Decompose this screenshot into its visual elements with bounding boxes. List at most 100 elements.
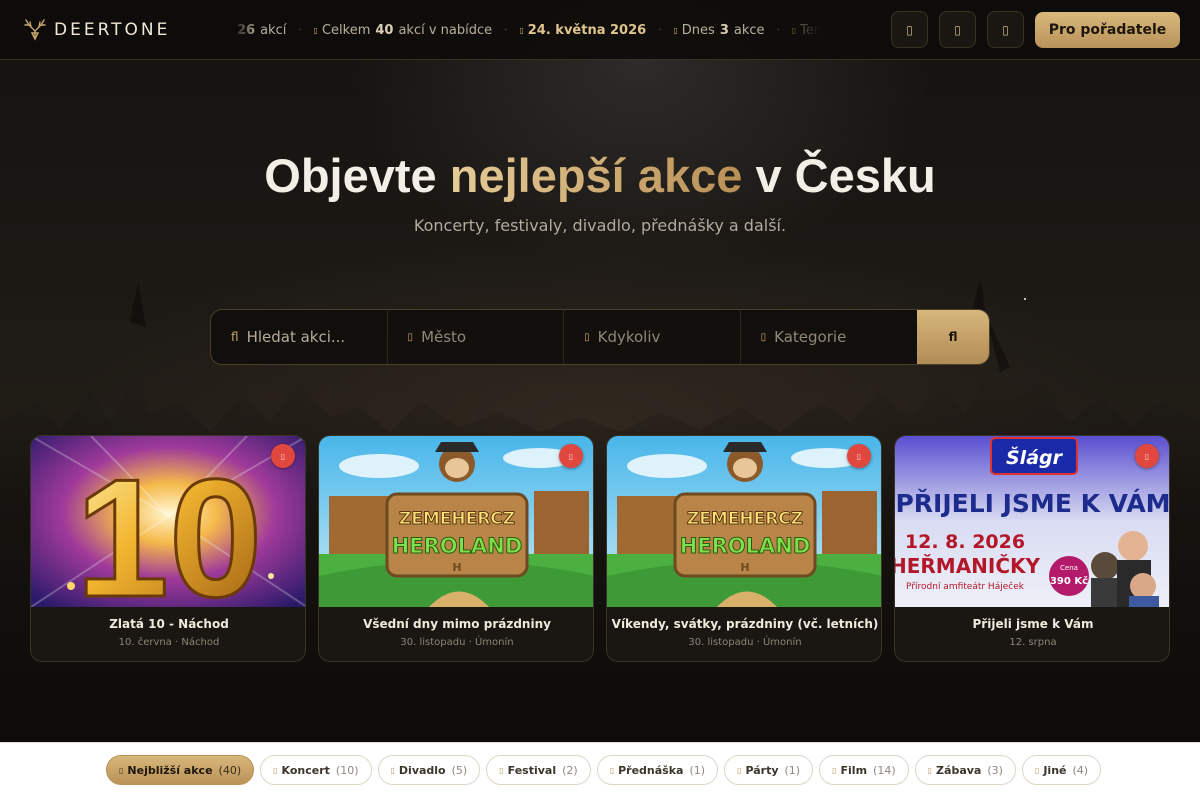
ticker-total-prefix: Celkem bbox=[321, 22, 371, 38]
sign-mark-text: H bbox=[452, 561, 461, 574]
date-placeholder: Kdykoliv bbox=[597, 328, 661, 346]
tag-icon: ▯ bbox=[760, 331, 767, 343]
event-search-form: fl Hledat akci... ▯ Město ▯ Kdykoliv ▯ K… bbox=[210, 309, 990, 365]
ticker-dot-icon: ▯ bbox=[313, 25, 318, 35]
ticker-dot-icon: ▯ bbox=[673, 25, 678, 35]
event-image-heroland: ZEMEHERCZ HEROLAND H bbox=[319, 436, 593, 607]
hero-title-accent: nejlepší akce bbox=[449, 149, 743, 202]
poster-price-label: Cena bbox=[1060, 564, 1078, 572]
poster-place: HEŘMANIČKY bbox=[895, 554, 1041, 578]
poster-venue: Přírodní amfiteátr Háječek bbox=[906, 581, 1025, 592]
chip-label: Přednáška bbox=[618, 763, 684, 777]
event-title: Všední dny mimo prázdniny bbox=[363, 617, 551, 631]
poster-price: 390 Kč bbox=[1050, 575, 1088, 587]
sign-top-text: ZEMEHERCZ bbox=[399, 509, 515, 529]
category-chip-party[interactable]: ▯ Párty (1) bbox=[724, 755, 814, 785]
chip-count: (40) bbox=[218, 763, 242, 777]
music-icon: ▯ bbox=[273, 765, 278, 775]
chip-count: (10) bbox=[335, 763, 359, 777]
sign-mark-text: H bbox=[740, 561, 749, 574]
ticker-separator: · bbox=[658, 24, 662, 36]
ticker-dot-icon: ▯ bbox=[791, 25, 797, 35]
ticker-events-label: akcí bbox=[260, 22, 287, 38]
category-select[interactable]: ▯ Kategorie bbox=[741, 310, 918, 364]
event-title: Víkendy, svátky, prázdniny (vč. letních) bbox=[611, 617, 879, 631]
category-chip-theatre[interactable]: ▯ Divadlo (5) bbox=[377, 755, 481, 785]
category-chip-film[interactable]: ▯ Film (14) bbox=[819, 755, 909, 785]
ticker-date-text: 24. května 2026 bbox=[527, 22, 647, 38]
favorite-button[interactable]: ▯ bbox=[271, 444, 295, 468]
chip-label: Festival bbox=[507, 763, 557, 777]
search-query-placeholder: Hledat akci... bbox=[246, 328, 346, 346]
header-account-button[interactable]: ▯ bbox=[939, 11, 976, 48]
tent-icon: ▯ bbox=[499, 765, 504, 775]
microphone-icon: ▯ bbox=[609, 765, 615, 775]
category-chip-entertainment[interactable]: ▯ Zábava (3) bbox=[914, 755, 1016, 785]
event-card[interactable]: ZEMEHERCZ HEROLAND H ▯ Víkendy, svátky, … bbox=[606, 435, 882, 662]
event-meta: 12. srpna bbox=[1009, 637, 1057, 648]
sign-bottom-text: HEROLAND bbox=[392, 534, 523, 558]
search-icon: ▯ bbox=[906, 22, 913, 37]
favorite-button[interactable]: ▯ bbox=[847, 444, 871, 468]
heart-icon: ▯ bbox=[568, 451, 574, 461]
search-icon: fl bbox=[231, 330, 239, 344]
clock-icon: ▯ bbox=[119, 765, 124, 775]
poster-date: 12. 8. 2026 bbox=[905, 531, 1025, 553]
top-navigation-bar: DEERTONE 26 akcí · ▯ Celkem 40 akcí v na… bbox=[0, 0, 1200, 60]
chip-count: (14) bbox=[873, 763, 896, 777]
chip-count: (5) bbox=[451, 763, 468, 777]
event-meta: 30. listopadu · Úmonín bbox=[688, 637, 802, 648]
search-query-input[interactable]: fl Hledat akci... bbox=[211, 310, 388, 364]
category-placeholder: Kategorie bbox=[774, 328, 847, 346]
ticker-today-suffix: akce bbox=[733, 22, 765, 38]
city-select[interactable]: ▯ Město bbox=[388, 310, 565, 364]
event-card[interactable]: 10 ▯ Zlatá 10 - Náchod 10. června · Nách… bbox=[30, 435, 306, 662]
event-card[interactable]: ZEMEHERCZ HEROLAND H ▯ Všední dny mimo p… bbox=[318, 435, 594, 662]
chip-label: Film bbox=[840, 763, 868, 777]
search-submit-button[interactable]: fl bbox=[917, 310, 989, 364]
location-pin-icon: ▯ bbox=[407, 331, 414, 343]
category-chip-nearest[interactable]: ▯ Nejbližší akce (40) bbox=[106, 755, 255, 785]
event-title: Přijeli jsme k Vám bbox=[972, 617, 1094, 631]
date-select[interactable]: ▯ Kdykoliv bbox=[564, 310, 741, 364]
chip-count: (1) bbox=[689, 763, 706, 777]
brand-name: DEERTONE bbox=[54, 20, 171, 40]
event-image-heroland: ZEMEHERCZ HEROLAND H bbox=[607, 436, 881, 607]
ticker-date: ▯ 24. května 2026 bbox=[519, 23, 646, 38]
hero-title-start: Objevte bbox=[264, 149, 437, 202]
category-chip-festival[interactable]: ▯ Festival (2) bbox=[486, 755, 591, 785]
event-image-slagr-poster: Šlágr PŘIJELI JSME K VÁM 12. 8. 2026 HEŘ… bbox=[895, 436, 1169, 607]
deer-antlers-icon bbox=[24, 19, 46, 41]
favorite-button[interactable]: ▯ bbox=[1135, 444, 1159, 468]
party-icon: ▯ bbox=[737, 765, 742, 775]
ticker-week-text: Tento týden bbox=[800, 22, 822, 38]
ticker-week: ▯ Tento týden bbox=[792, 23, 822, 38]
category-chip-other[interactable]: ▯ Jiné (4) bbox=[1021, 755, 1102, 785]
favorite-button[interactable]: ▯ bbox=[559, 444, 583, 468]
header-search-button[interactable]: ▯ bbox=[891, 11, 928, 48]
search-icon: fl bbox=[948, 330, 958, 344]
chip-label: Nejbližší akce bbox=[127, 763, 213, 777]
event-meta: 10. června · Náchod bbox=[118, 637, 220, 648]
category-chip-concert[interactable]: ▯ Koncert (10) bbox=[260, 755, 372, 785]
star-icon: ▯ bbox=[927, 765, 933, 775]
poster-brand: Šlágr bbox=[1006, 445, 1064, 469]
ticker-total-suffix: akcí v nabídce bbox=[398, 22, 493, 38]
hero-title: Objevte nejlepší akce v Česku bbox=[0, 148, 1200, 203]
category-chip-lecture[interactable]: ▯ Přednáška (1) bbox=[596, 755, 719, 785]
event-meta: 30. listopadu · Úmonín bbox=[400, 637, 514, 648]
chip-count: (2) bbox=[562, 763, 578, 777]
heart-icon: ▯ bbox=[856, 451, 862, 461]
header-menu-button[interactable]: ▯ bbox=[987, 11, 1024, 48]
city-placeholder: Město bbox=[421, 328, 467, 346]
heart-icon: ▯ bbox=[280, 451, 286, 461]
ticker-separator: · bbox=[298, 24, 302, 36]
ticker-events: 26 akcí bbox=[232, 23, 286, 38]
category-filter-bar: ▯ Nejbližší akce (40) ▯ Koncert (10) ▯ D… bbox=[0, 742, 1200, 800]
event-card[interactable]: Šlágr PŘIJELI JSME K VÁM 12. 8. 2026 HEŘ… bbox=[894, 435, 1170, 662]
chip-label: Divadlo bbox=[398, 763, 446, 777]
organizer-button[interactable]: Pro pořadatele bbox=[1035, 12, 1180, 48]
brand-logo[interactable]: DEERTONE bbox=[22, 17, 170, 43]
ticker-separator: · bbox=[776, 24, 780, 36]
menu-icon: ▯ bbox=[1002, 22, 1009, 37]
